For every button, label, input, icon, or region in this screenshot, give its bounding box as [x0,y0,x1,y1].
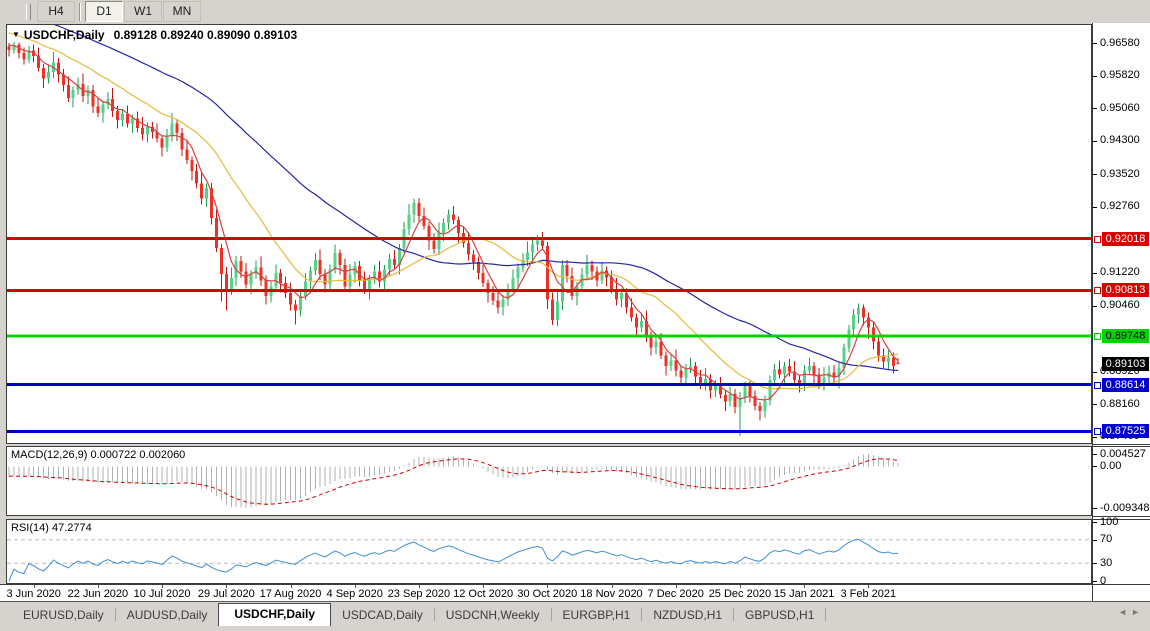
hline-price-label: 0.89748 [1102,329,1149,343]
macd-tick-label: -0.009348 [1100,502,1150,515]
current-price-label: 0.89103 [1102,357,1149,371]
tab-usdcad-daily[interactable]: USDCAD,Daily [331,605,434,626]
macd-label: MACD(12,26,9) 0.000722 0.002060 [11,449,185,461]
hline-price-label: 0.87525 [1102,424,1149,438]
macd-indicator-pane[interactable]: MACD(12,26,9) 0.000722 0.002060 [6,446,1092,516]
axis-tick-mark [1093,306,1097,307]
macd-values: 0.000722 0.002060 [90,449,185,461]
tf-button-d1[interactable]: D1 [85,1,123,22]
tab-usdcnh-weekly[interactable]: USDCNH,Weekly [435,605,551,626]
axis-tick-mark [1093,43,1097,44]
rsi-tick-label: 0 [1100,575,1106,588]
toolbar-grip[interactable] [26,4,31,20]
rsi-value: 47.2774 [52,522,92,534]
tab-gbpusd-h1[interactable]: GBPUSD,H1 [734,605,825,626]
axis-tick-mark [1093,563,1097,564]
tab-eurusd-daily[interactable]: EURUSD,Daily [12,605,115,626]
price-tick-label: 0.95820 [1100,69,1140,82]
hline-price-label: 0.90813 [1102,283,1149,297]
axis-tick-mark [1093,581,1097,582]
axis-tick-mark [1093,466,1097,467]
tf-button-h4[interactable]: H4 [37,1,75,22]
chart-tabs: EURUSD,DailyAUDUSD,DailyUSDCHF,DailyUSDC… [12,602,826,626]
price-tick-label: 0.91220 [1100,266,1140,279]
axis-tick-mark [1093,207,1097,208]
tab-scroll-right-icon[interactable]: ► [1131,607,1144,617]
tab-separator [825,608,826,621]
hline-marker [1094,382,1101,389]
hline-marker [1094,287,1101,294]
axis-tick-mark [1093,108,1097,109]
price-tick-label: 0.95060 [1100,102,1140,115]
axis-separator [1093,444,1150,445]
tab-eurgbp-h1[interactable]: EURGBP,H1 [552,605,642,626]
candles-canv [7,25,1091,443]
chart-tab-bar: EURUSD,DailyAUDUSD,DailyUSDCHF,DailyUSDC… [0,601,1150,631]
rsi-line [9,539,898,581]
rsi-tick-label: 70 [1100,533,1112,546]
timeframe-toolbar: H4 D1W1MN [0,0,1150,24]
time-axis[interactable]: 3 Jun 202022 Jun 202010 Jul 202029 Jul 2… [0,584,1092,601]
axis-tick-mark [1093,437,1097,438]
hline-price-label: 0.92018 [1102,232,1149,246]
hline-marker [1094,428,1101,435]
hline-marker [1094,236,1101,243]
axis-tick-mark [1093,508,1097,509]
ma-line-slow [9,25,898,371]
chart-ohlc-values: 0.89128 0.89240 0.89090 0.89103 [114,28,298,42]
axis-tick-mark [1093,141,1097,142]
chart-title: ▼ USDCHF,Daily 0.89128 0.89240 0.89090 0.8… [12,28,297,42]
price-tick-label: 0.93520 [1100,168,1140,181]
price-tick-label: 0.88160 [1100,398,1140,411]
axis-tick-mark [1093,174,1097,175]
tab-usdchf-daily[interactable]: USDCHF,Daily [218,603,331,626]
rsi-tick-label: 100 [1100,516,1118,529]
price-tick-label: 0.92760 [1100,200,1140,213]
axis-tick-mark [1093,372,1097,373]
timeframe-buttons: H4 D1W1MN [37,1,202,22]
axis-tick-mark [1093,76,1097,77]
macd-histogram [9,454,898,508]
rsi-canvas [7,520,1091,583]
chart-menu-icon[interactable]: ▼ [12,30,20,39]
tab-audusd-daily[interactable]: AUDUSD,Daily [116,605,219,626]
chart-window: ▼ USDCHF,Daily 0.89128 0.89240 0.89090 0.8… [0,23,1150,601]
tf-button-w1[interactable]: W1 [124,1,162,22]
tab-nzdusd-h1[interactable]: NZDUSD,H1 [642,605,733,626]
price-tick-label: 0.90460 [1100,299,1140,312]
rsi-label: RSI(14) 47.2774 [11,522,92,534]
tab-scroll-buttons: ◄► [1118,607,1144,617]
rsi-indicator-pane[interactable]: RSI(14) 47.2774 [6,519,1092,584]
toolbar-divider [79,3,81,21]
price-chart-pane[interactable]: ▼ USDCHF,Daily 0.89128 0.89240 0.89090 0.8… [6,24,1092,444]
axis-tick-mark [1093,454,1097,455]
axis-tick-mark [1093,522,1097,523]
price-axis[interactable]: 0.96580 0.95820 0.95060 0.94300 0.93520 0.927… [1092,23,1150,601]
tab-scroll-left-icon[interactable]: ◄ [1118,607,1131,617]
rsi-tick-label: 30 [1100,557,1112,570]
axis-tick-mark [1093,540,1097,541]
hline-price-label: 0.88614 [1102,378,1149,392]
axis-tick-mark [1093,273,1097,274]
chart-symbol: USDCHF,Daily [24,28,105,42]
price-tick-label: 0.96580 [1100,37,1140,50]
date-label: 3 Feb 2021 [825,588,911,600]
macd-tick-label: 0.00 [1100,460,1121,473]
macd-tick-label: 0.004527 [1100,448,1146,461]
hline-marker [1094,333,1101,340]
axis-tick-mark [1093,404,1097,405]
price-tick-label: 0.94300 [1100,134,1140,147]
tf-button-mn[interactable]: MN [163,1,201,22]
